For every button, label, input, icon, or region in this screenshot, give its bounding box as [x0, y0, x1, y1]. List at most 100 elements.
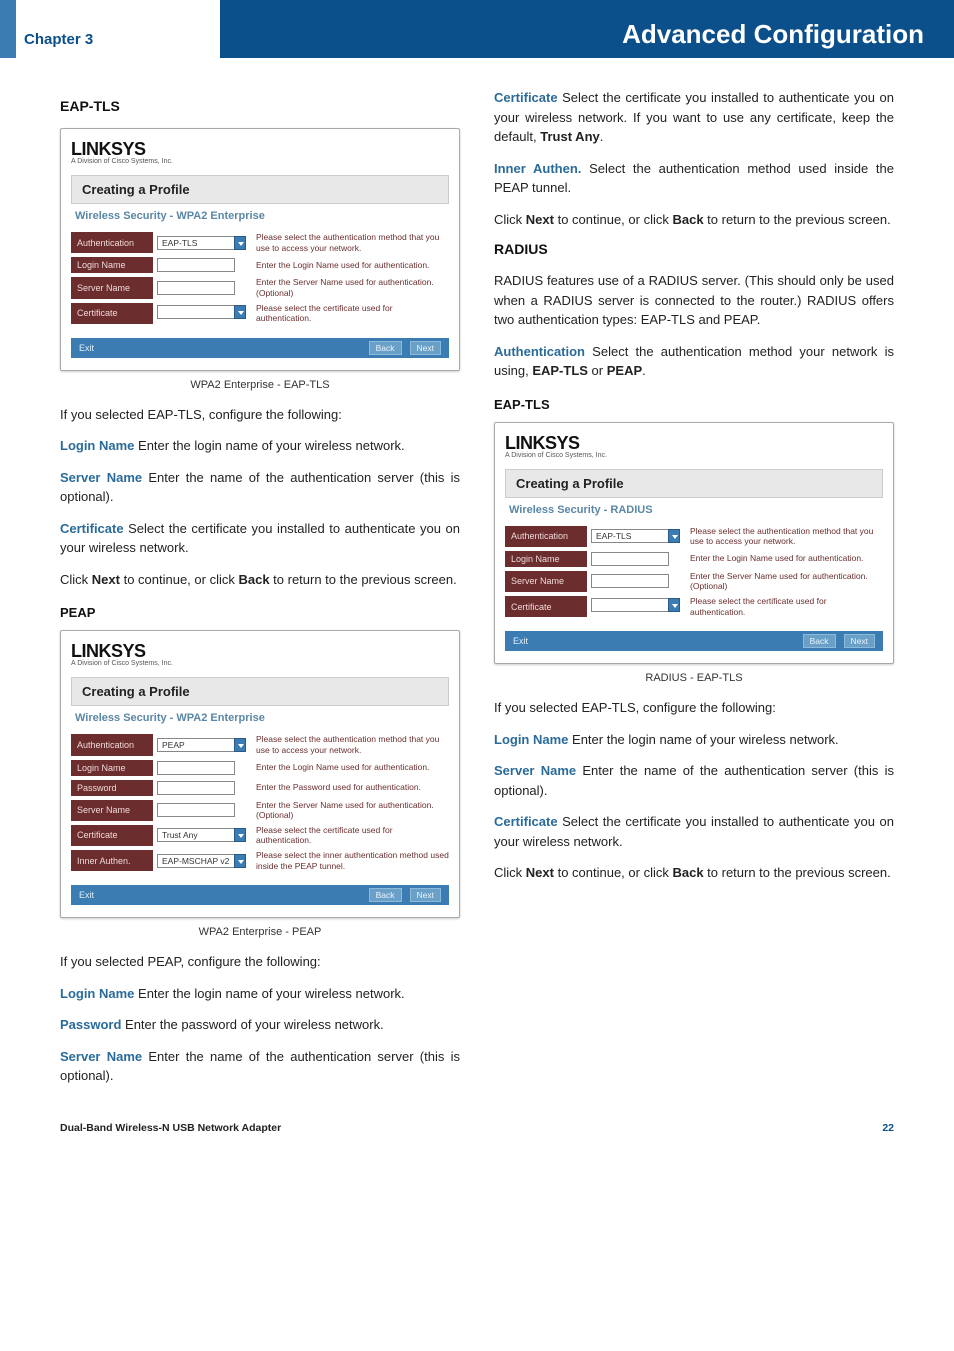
body-text: Click Next to continue, or click Back to…	[494, 863, 894, 883]
dialog-title: Creating a Profile	[71, 175, 449, 204]
term-login-name: Login Name	[494, 732, 568, 747]
form-row: Server NameEnter the Server Name used fo…	[71, 277, 449, 298]
dialog-footer: Exit Back Next	[71, 885, 449, 905]
form-row: AuthenticationEAP-TLSPlease select the a…	[71, 232, 449, 253]
page-footer: Dual-Band Wireless-N USB Network Adapter…	[0, 1098, 954, 1144]
dialog-footer: Exit Back Next	[505, 631, 883, 651]
figure-caption: RADIUS - EAP-TLS	[494, 672, 894, 684]
exit-button[interactable]: Exit	[79, 343, 94, 353]
body-text: Password Enter the password of your wire…	[60, 1015, 460, 1035]
body-text: RADIUS features use of a RADIUS server. …	[494, 271, 894, 330]
left-column: EAP-TLS LINKSYS A Division of Cisco Syst…	[60, 88, 460, 1098]
server-name-input[interactable]	[157, 281, 235, 295]
form-row: Server NameEnter the Server Name used fo…	[505, 571, 883, 592]
form-row: PasswordEnter the Password used for auth…	[71, 780, 449, 796]
logo-subtext: A Division of Cisco Systems, Inc.	[71, 158, 449, 165]
authentication-select[interactable]: EAP-TLS	[157, 236, 246, 250]
screenshot-wpa2-eaptls: LINKSYS A Division of Cisco Systems, Inc…	[60, 128, 460, 371]
body-text: Login Name Enter the login name of your …	[494, 730, 894, 750]
form-table: AuthenticationPEAPPlease select the auth…	[71, 730, 449, 875]
authentication-select[interactable]: PEAP	[157, 738, 246, 752]
accent-bar	[0, 0, 16, 58]
term-server-name: Server Name	[60, 470, 142, 485]
authentication-select[interactable]: EAP-TLS	[591, 529, 680, 543]
form-row: CertificateTrust AnyPlease select the ce…	[71, 825, 449, 846]
exit-button[interactable]: Exit	[513, 636, 528, 646]
form-row: Login NameEnter the Login Name used for …	[71, 760, 449, 776]
page: Chapter 3 Advanced Configuration EAP-TLS…	[0, 0, 954, 1164]
inner-authen-select[interactable]: EAP-MSCHAP v2	[157, 854, 246, 868]
chevron-down-icon[interactable]	[234, 236, 246, 250]
form-row: Login NameEnter the Login Name used for …	[505, 551, 883, 567]
heading-radius: RADIUS	[494, 241, 894, 257]
right-column: Certificate Select the certificate you i…	[494, 88, 894, 1098]
password-input[interactable]	[157, 781, 235, 795]
figure-caption: WPA2 Enterprise - PEAP	[60, 926, 460, 938]
server-name-input[interactable]	[591, 574, 669, 588]
back-button[interactable]: Back	[803, 634, 836, 648]
login-name-input[interactable]	[157, 761, 235, 775]
logo-subtext: A Division of Cisco Systems, Inc.	[505, 452, 883, 459]
term-server-name: Server Name	[494, 763, 576, 778]
back-button[interactable]: Back	[369, 888, 402, 902]
term-certificate: Certificate	[60, 521, 124, 536]
page-number: 22	[882, 1122, 894, 1134]
next-button[interactable]: Next	[844, 634, 875, 648]
logo-text: LINKSYS	[505, 433, 883, 454]
body-text: If you selected EAP-TLS, configure the f…	[60, 405, 460, 425]
form-row: Inner Authen.EAP-MSCHAP v2Please select …	[71, 850, 449, 871]
logo-subtext: A Division of Cisco Systems, Inc.	[71, 660, 449, 667]
term-inner-authen: Inner Authen.	[494, 161, 581, 176]
body-text: Server Name Enter the name of the authen…	[494, 761, 894, 800]
certificate-select[interactable]: Trust Any	[157, 828, 246, 842]
body-text: Certificate Select the certificate you i…	[494, 88, 894, 147]
page-header: Chapter 3 Advanced Configuration	[0, 0, 954, 58]
body-text: Authentication Select the authentication…	[494, 342, 894, 381]
term-server-name: Server Name	[60, 1049, 142, 1064]
chevron-down-icon[interactable]	[234, 828, 246, 842]
heading-eaptls-2: EAP-TLS	[494, 397, 894, 412]
dialog-footer: Exit Back Next	[71, 338, 449, 358]
body-text: Server Name Enter the name of the authen…	[60, 468, 460, 507]
form-row: Server NameEnter the Server Name used fo…	[71, 800, 449, 821]
heading-peap: PEAP	[60, 605, 460, 620]
chevron-down-icon[interactable]	[234, 854, 246, 868]
screenshot-radius-eaptls: LINKSYS A Division of Cisco Systems, Inc…	[494, 422, 894, 665]
body-text: Server Name Enter the name of the authen…	[60, 1047, 460, 1086]
logo-text: LINKSYS	[71, 641, 449, 662]
form-row: AuthenticationEAP-TLSPlease select the a…	[505, 526, 883, 547]
login-name-input[interactable]	[157, 258, 235, 272]
dialog-section: Wireless Security - WPA2 Enterprise	[75, 210, 449, 222]
body-text: Click Next to continue, or click Back to…	[60, 570, 460, 590]
body-text: Click Next to continue, or click Back to…	[494, 210, 894, 230]
next-button[interactable]: Next	[410, 341, 441, 355]
heading-eaptls: EAP-TLS	[60, 98, 460, 114]
chevron-down-icon[interactable]	[668, 529, 680, 543]
term-authentication: Authentication	[494, 344, 585, 359]
exit-button[interactable]: Exit	[79, 890, 94, 900]
chevron-down-icon[interactable]	[668, 598, 680, 612]
chevron-down-icon[interactable]	[234, 738, 246, 752]
page-title: Advanced Configuration	[220, 0, 954, 58]
next-button[interactable]: Next	[410, 888, 441, 902]
form-row: Login NameEnter the Login Name used for …	[71, 257, 449, 273]
certificate-select[interactable]	[591, 598, 680, 612]
content-columns: EAP-TLS LINKSYS A Division of Cisco Syst…	[0, 88, 954, 1098]
body-text: Inner Authen. Select the authentication …	[494, 159, 894, 198]
term-certificate: Certificate	[494, 90, 558, 105]
server-name-input[interactable]	[157, 803, 235, 817]
back-button[interactable]: Back	[369, 341, 402, 355]
form-row: CertificatePlease select the certificate…	[71, 303, 449, 324]
body-text: Certificate Select the certificate you i…	[60, 519, 460, 558]
chevron-down-icon[interactable]	[234, 305, 246, 319]
form-table: AuthenticationEAP-TLSPlease select the a…	[71, 228, 449, 328]
body-text: Login Name Enter the login name of your …	[60, 984, 460, 1004]
body-text: If you selected EAP-TLS, configure the f…	[494, 698, 894, 718]
body-text: Certificate Select the certificate you i…	[494, 812, 894, 851]
body-text: If you selected PEAP, configure the foll…	[60, 952, 460, 972]
term-login-name: Login Name	[60, 986, 134, 1001]
certificate-select[interactable]	[157, 305, 246, 319]
login-name-input[interactable]	[591, 552, 669, 566]
body-text: Login Name Enter the login name of your …	[60, 436, 460, 456]
term-certificate: Certificate	[494, 814, 558, 829]
